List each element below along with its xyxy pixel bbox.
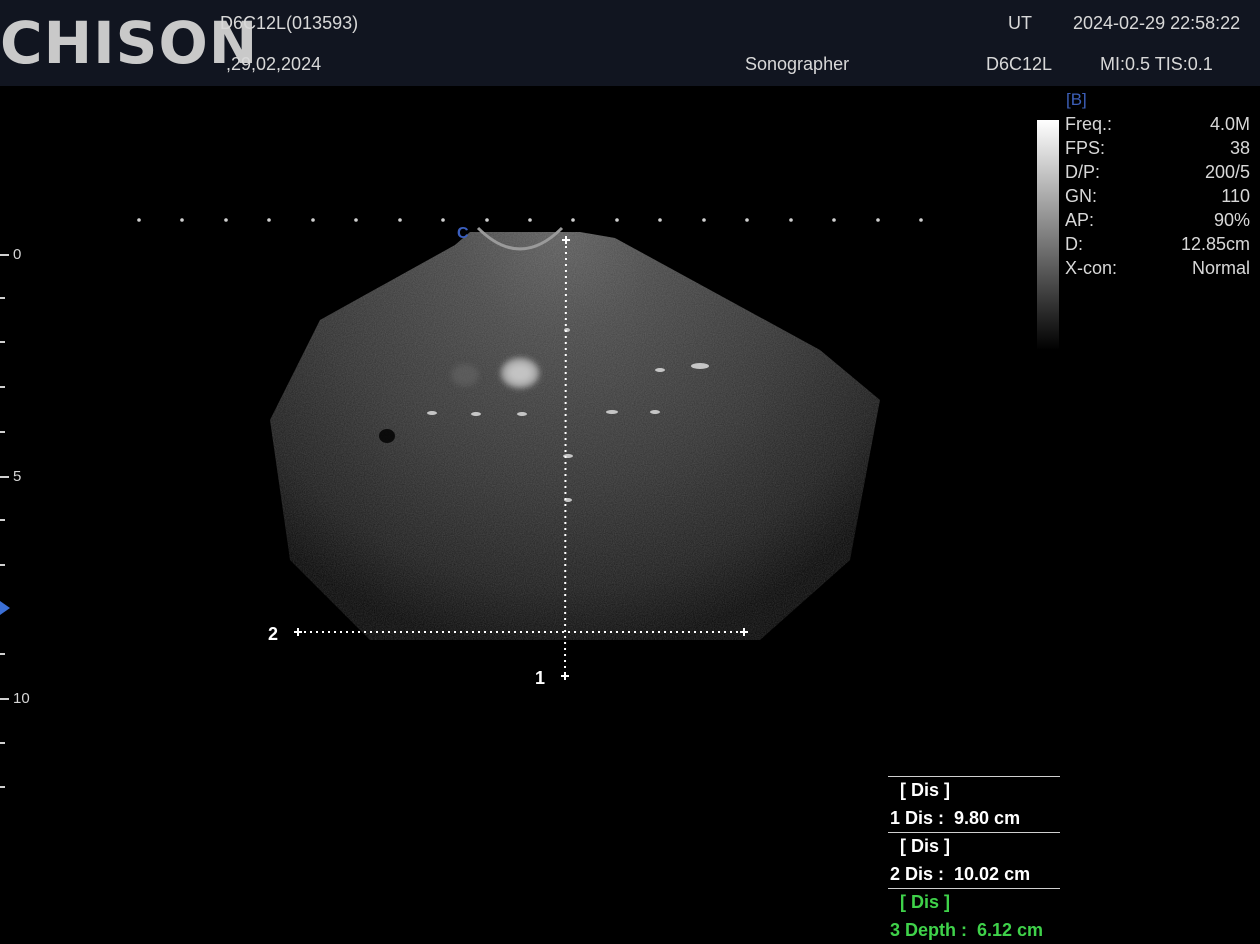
imaging-mode-label: [B] bbox=[1066, 90, 1087, 109]
grayscale-bar bbox=[1037, 120, 1059, 350]
depth-tick bbox=[0, 564, 5, 566]
depth-tick bbox=[0, 386, 5, 388]
param-row-gain: GN: 110 bbox=[1065, 184, 1250, 208]
param-row-depth: D: 12.85cm bbox=[1065, 232, 1250, 256]
depth-tick bbox=[0, 786, 5, 788]
param-value: 90% bbox=[1213, 210, 1250, 230]
param-label: AP: bbox=[1065, 210, 1095, 230]
reference-dotted-line bbox=[137, 218, 923, 222]
param-row-xcon: X-con: Normal bbox=[1065, 256, 1250, 280]
depth-tick bbox=[0, 653, 5, 655]
depth-tick bbox=[0, 742, 5, 744]
depth-tick bbox=[0, 297, 5, 299]
result-3-header: [ Dis ] bbox=[890, 892, 951, 912]
focus-marker-icon[interactable] bbox=[0, 601, 10, 615]
depth-label-5: 5 bbox=[13, 468, 22, 485]
param-label: FPS: bbox=[1065, 138, 1106, 158]
results-divider bbox=[888, 832, 1060, 833]
param-label: GN: bbox=[1065, 186, 1098, 206]
results-divider bbox=[888, 888, 1060, 889]
probe-orientation-marker: C bbox=[457, 225, 469, 242]
caliper-1-label: 1 bbox=[535, 668, 546, 688]
param-row-ap: AP: 90% bbox=[1065, 208, 1250, 232]
param-row-dp: D/P: 200/5 bbox=[1065, 160, 1250, 184]
caliper-2-label: 2 bbox=[268, 624, 279, 644]
param-label: D: bbox=[1065, 234, 1083, 254]
image-sector bbox=[270, 232, 880, 640]
depth-tick bbox=[0, 519, 5, 521]
param-value: 110 bbox=[1221, 186, 1250, 206]
param-value: Normal bbox=[1191, 258, 1250, 278]
hypoechoic-spot bbox=[379, 429, 395, 443]
param-value: 38 bbox=[1229, 138, 1250, 158]
result-3-value[interactable]: 3 Depth : 6.12 cm bbox=[890, 920, 1043, 941]
param-value: 4.0M bbox=[1209, 114, 1250, 134]
param-row-freq: Freq.: 4.0M bbox=[1065, 112, 1250, 136]
depth-tick bbox=[0, 698, 9, 700]
result-1-header: [ Dis ] bbox=[890, 780, 951, 800]
param-label: D/P: bbox=[1065, 162, 1101, 182]
param-value: 12.85cm bbox=[1180, 234, 1250, 254]
result-2-header: [ Dis ] bbox=[890, 836, 951, 856]
param-label: Freq.: bbox=[1065, 114, 1113, 134]
result-1-value[interactable]: 1 Dis : 9.80 cm bbox=[890, 808, 1020, 829]
depth-label-10: 10 bbox=[13, 690, 30, 707]
depth-tick bbox=[0, 341, 5, 343]
depth-label-0: 0 bbox=[13, 246, 22, 263]
depth-tick bbox=[0, 431, 5, 433]
results-divider bbox=[888, 776, 1060, 777]
result-2-value[interactable]: 2 Dis : 10.02 cm bbox=[890, 864, 1030, 885]
param-value: 200/5 bbox=[1204, 162, 1250, 182]
depth-tick bbox=[0, 254, 9, 256]
param-label: X-con: bbox=[1065, 258, 1118, 278]
depth-tick bbox=[0, 476, 9, 478]
param-row-fps: FPS: 38 bbox=[1065, 136, 1250, 160]
